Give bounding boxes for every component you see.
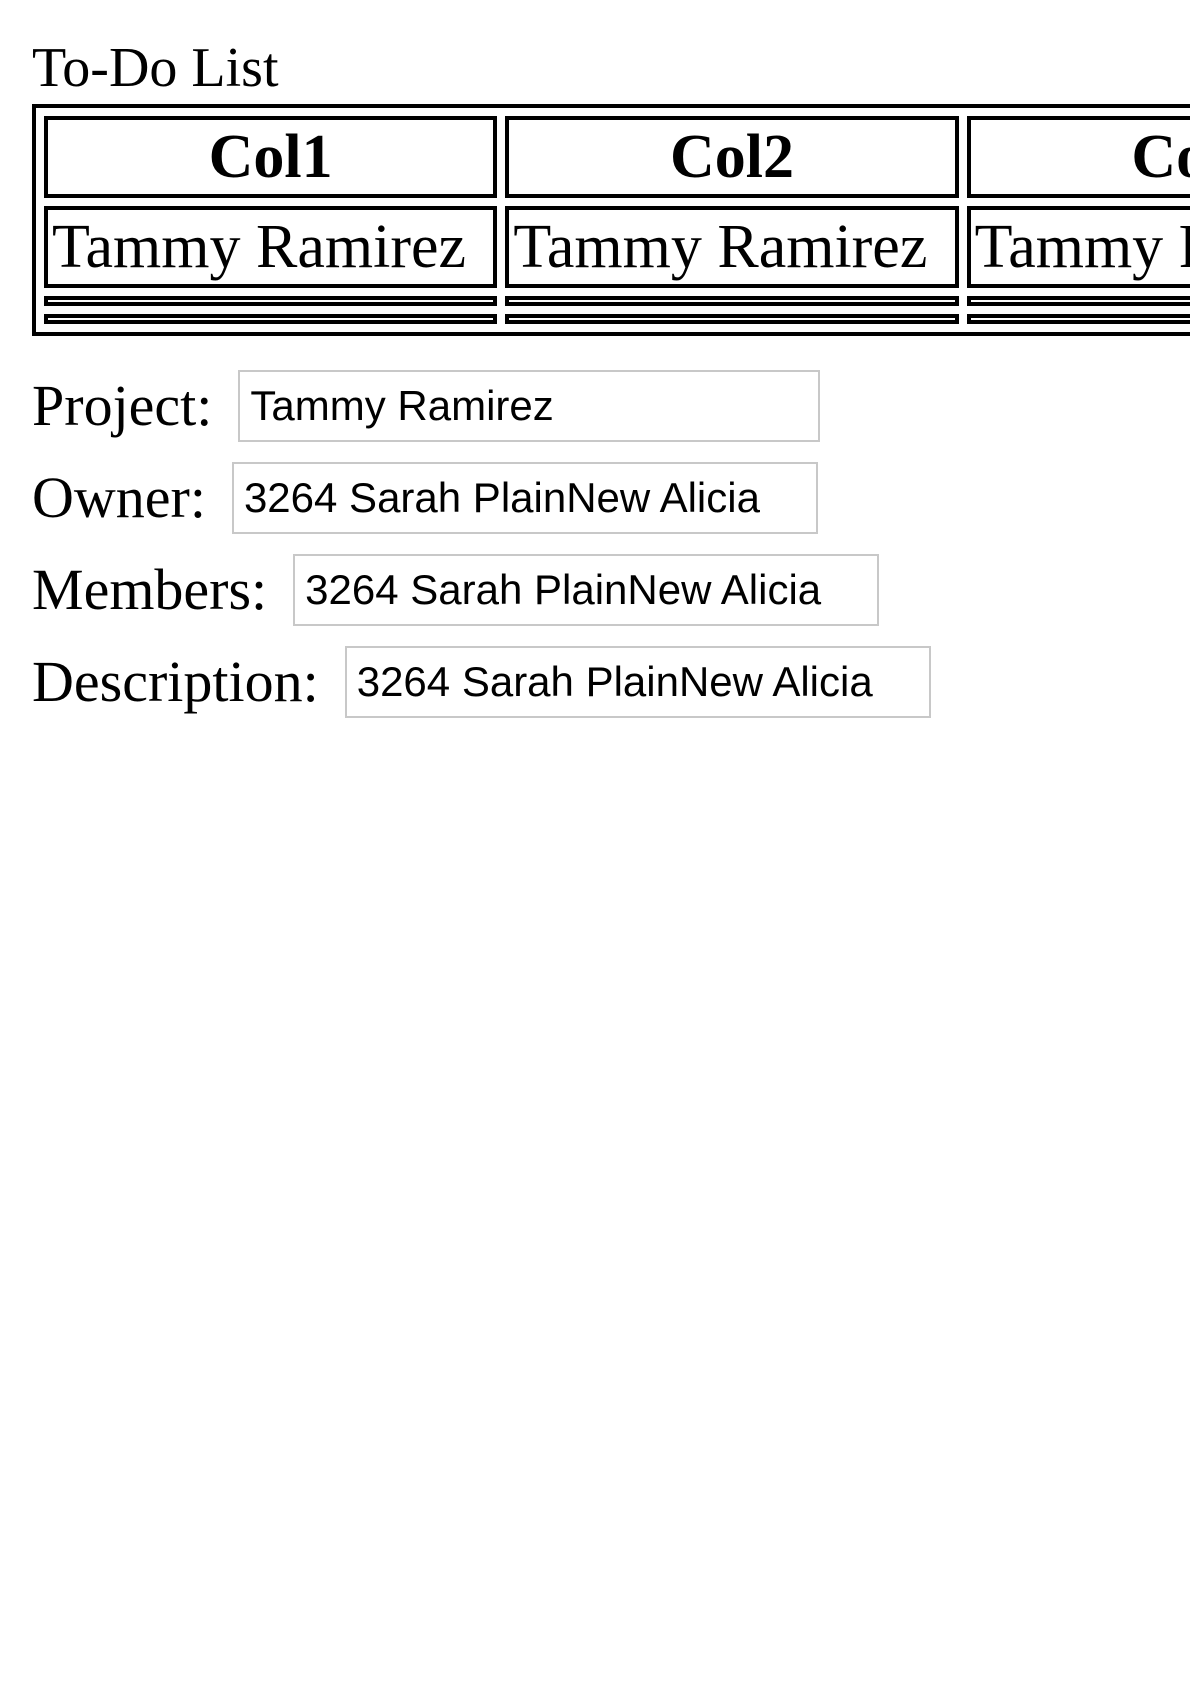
owner-row: Owner: [32,460,818,536]
table-cell-empty [966,314,1190,324]
todo-table-container: Col1 Col2 Col3 Tammy Ramirez Tammy Ramir… [32,104,1190,361]
description-input[interactable] [344,646,931,718]
table-header-row: Col1 Col2 Col3 [44,116,1190,198]
description-label: Description: [32,649,319,714]
column-header: Col3 [966,116,1190,198]
members-input[interactable] [293,554,880,626]
project-input[interactable] [238,370,821,442]
table-cell-empty [44,314,498,324]
table-cell-empty [505,314,959,324]
table-cell: Tammy Ramirez [505,206,959,288]
todo-table: Col1 Col2 Col3 Tammy Ramirez Tammy Ramir… [32,104,1190,336]
members-row: Members: [32,552,880,628]
table-cell-empty [966,296,1190,306]
members-label: Members: [32,557,268,622]
table-cell: Tammy Ramirez [44,206,498,288]
project-row: Project: [32,368,821,444]
table-row: Tammy Ramirez Tammy Ramirez Tammy Ramire… [44,206,1190,288]
description-row: Description: [32,644,931,720]
owner-input[interactable] [231,462,818,534]
table-cell: Tammy Ramirez [966,206,1190,288]
table-cell-empty [505,296,959,306]
page-title: To-Do List [32,37,279,99]
column-header: Col2 [505,116,959,198]
table-row-empty [44,314,1190,324]
table-row-empty [44,296,1190,306]
owner-label: Owner: [32,465,206,530]
column-header: Col1 [44,116,498,198]
table-cell-empty [44,296,498,306]
project-label: Project: [32,373,213,438]
